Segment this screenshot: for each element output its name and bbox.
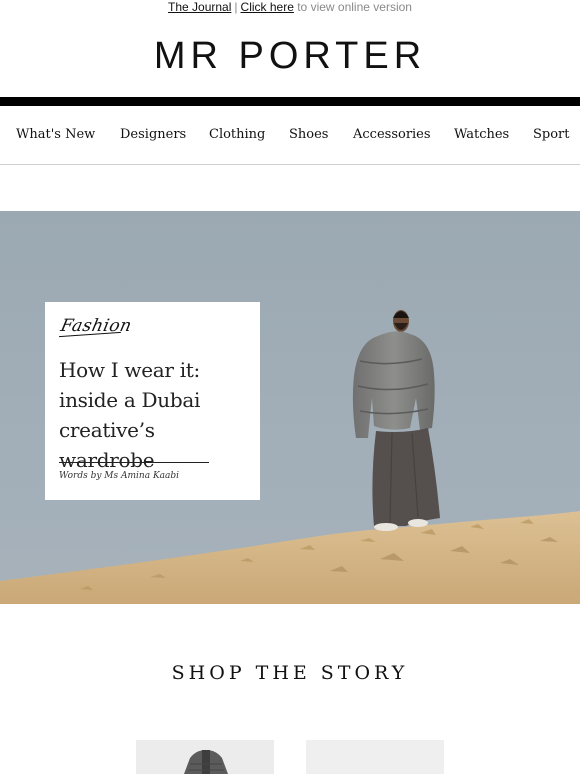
product-thumbnail-2[interactable] (306, 740, 444, 774)
story-byline: Words by Ms Amina Kaabi (59, 471, 180, 481)
brand-logo[interactable]: MR PORTER (0, 33, 580, 79)
nav-item-clothing[interactable]: Clothing (209, 126, 265, 144)
view-online-bar: The Journal | Click here to view online ve… (0, 0, 580, 14)
nav-item-sport[interactable]: Sport (533, 126, 570, 144)
nav-item-accessories[interactable]: Accessories (353, 126, 431, 144)
product-image-2 (306, 740, 444, 774)
card-divider (59, 462, 209, 463)
main-nav: What's New Designers Clothing Shoes Acce… (0, 106, 580, 165)
story-headline[interactable]: How I wear it: inside a Dubai creative’s… (59, 355, 249, 475)
header-divider (0, 97, 580, 106)
product-image-1 (136, 740, 274, 774)
separator: | (234, 0, 238, 14)
nav-item-shoes[interactable]: Shoes (289, 126, 328, 144)
view-online-text: to view online version (293, 0, 412, 14)
nav-item-whats-new[interactable]: What's New (16, 126, 95, 144)
shop-section-title: SHOP THE STORY (171, 662, 409, 684)
nav-item-designers[interactable]: Designers (120, 126, 186, 144)
story-card[interactable]: Fashion How I wear it: inside a Dubai cr… (45, 302, 260, 500)
product-thumbnail-1[interactable] (136, 740, 274, 774)
journal-link[interactable]: The Journal (168, 0, 231, 14)
nav-item-watches[interactable]: Watches (454, 126, 509, 144)
click-here-link[interactable]: Click here (241, 0, 294, 14)
